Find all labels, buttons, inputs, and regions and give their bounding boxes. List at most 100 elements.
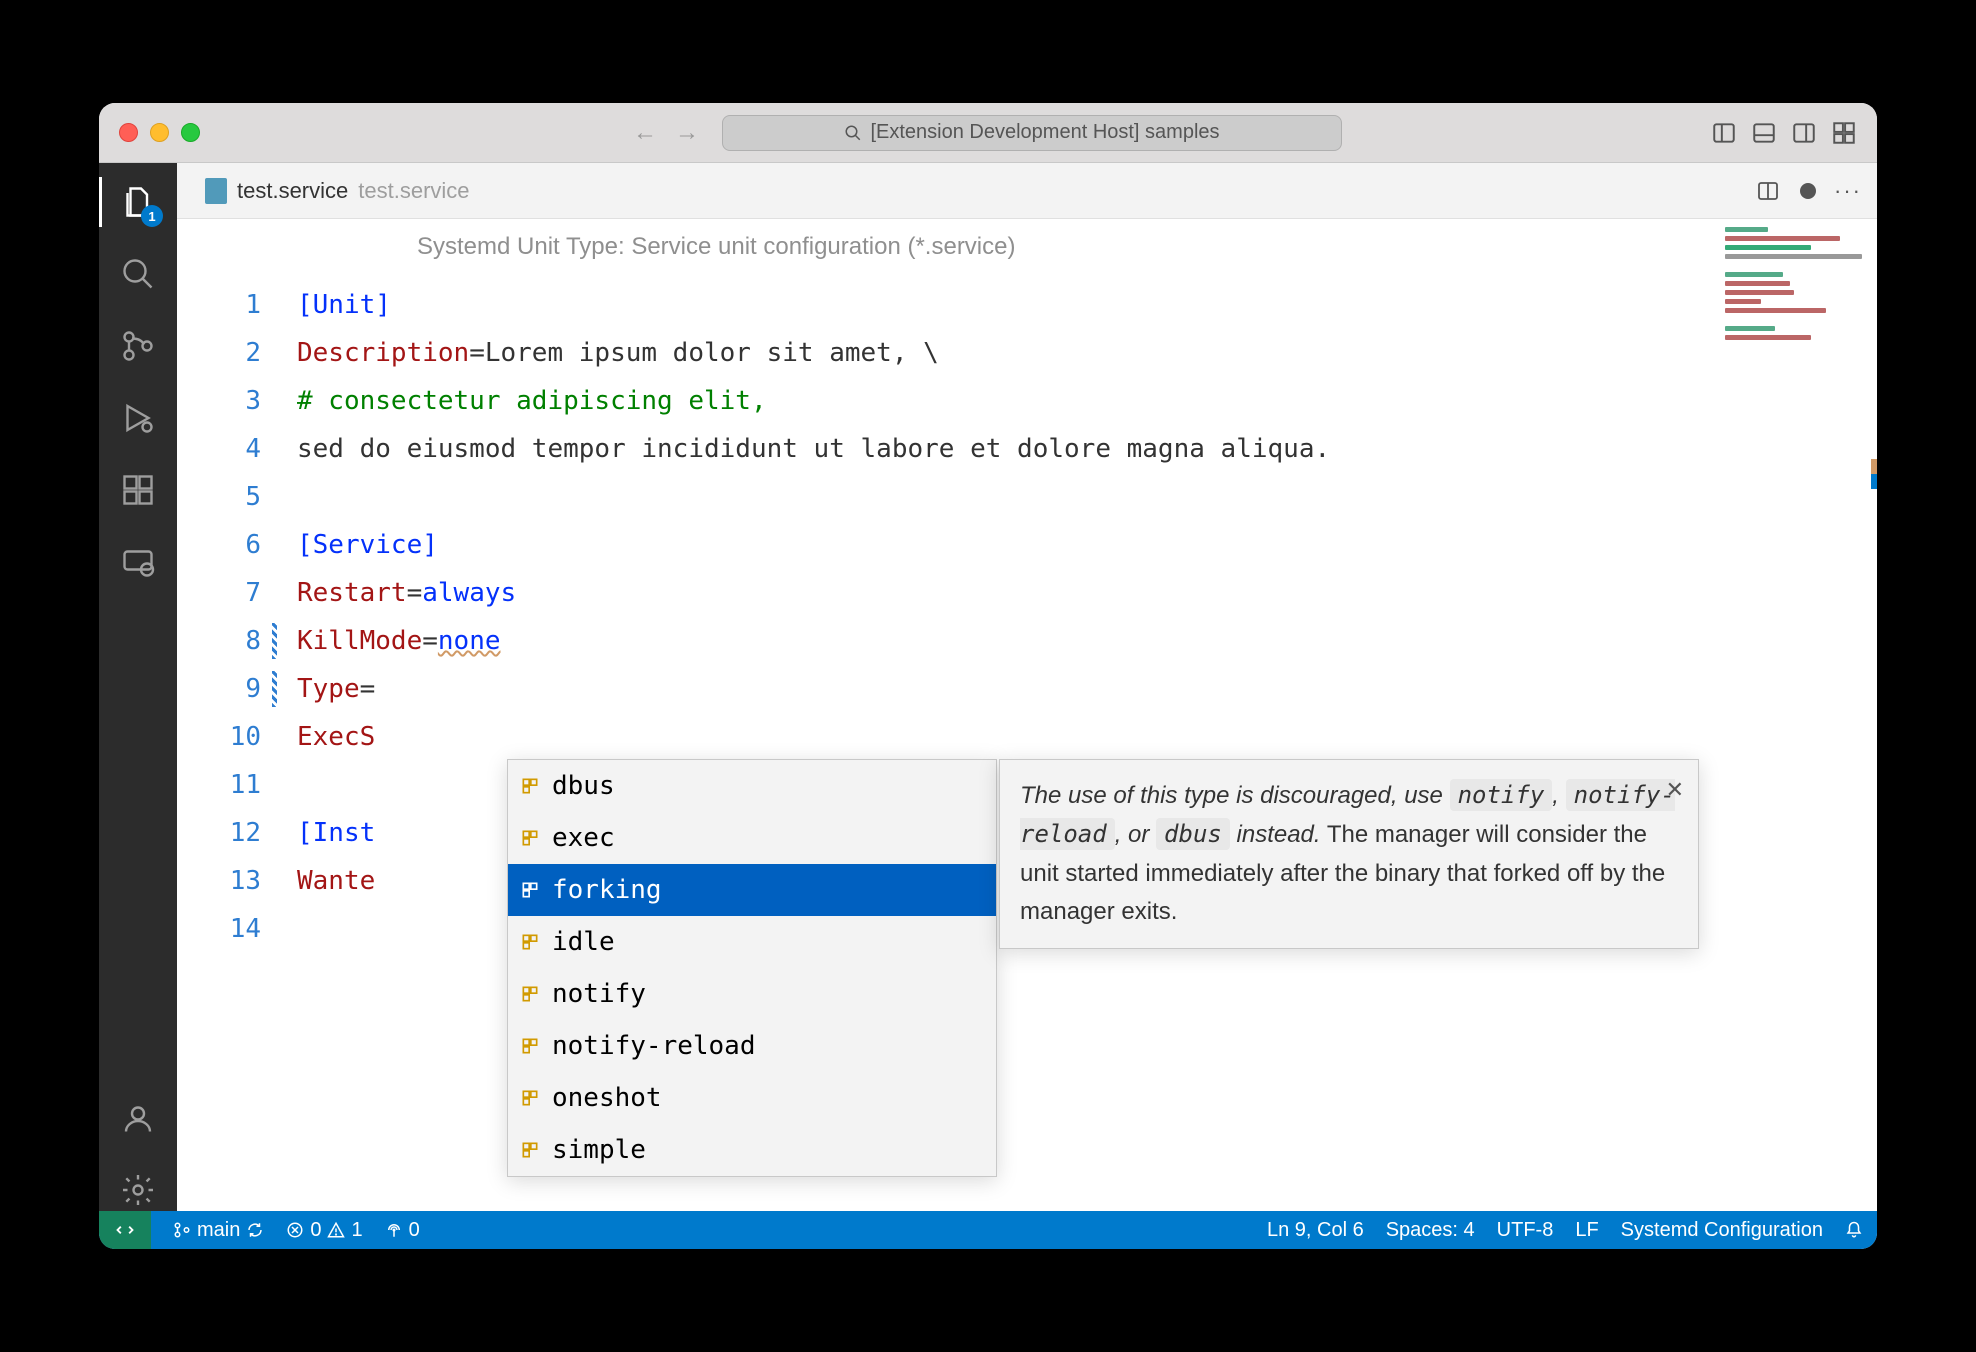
line-number: 5 [177,473,261,521]
titlebar: ← → [Extension Development Host] samples [99,103,1877,163]
line-number: 3 [177,377,261,425]
traffic-lights [119,123,200,142]
status-problems[interactable]: 0 1 [286,1219,362,1242]
toggle-panel-button[interactable] [1751,120,1777,146]
activity-bar: 1 [99,163,177,1211]
line-number: 13 [177,857,261,905]
line-number: 11 [177,761,261,809]
code-token: ExecS [297,722,375,752]
enum-member-icon [518,774,542,798]
code-token: always [422,578,516,608]
activity-search[interactable] [117,253,159,295]
suggest-item[interactable]: notify [508,968,996,1020]
minimap[interactable] [1717,219,1877,1211]
tab-dirty-indicator[interactable] [1793,176,1823,206]
search-icon [844,124,862,142]
main: 1 [99,163,1877,1211]
suggest-item[interactable]: forking [508,864,996,916]
split-editor-button[interactable] [1753,176,1783,206]
enum-member-icon [518,930,542,954]
close-icon[interactable]: ✕ [1666,772,1684,807]
eol-label: LF [1575,1219,1598,1242]
nav-forward-button[interactable]: → [674,120,700,146]
line-number: 8 [177,617,261,665]
activity-extensions[interactable] [117,469,159,511]
activity-settings[interactable] [117,1169,159,1211]
activity-source-control[interactable] [117,325,159,367]
activity-remote-explorer[interactable] [117,541,159,583]
activity-explorer[interactable]: 1 [117,181,159,223]
inlay-hint: Systemd Unit Type: Service unit configur… [417,233,1015,261]
code-content[interactable]: [Unit] Description=Lorem ipsum dolor sit… [287,219,1717,1211]
status-indent[interactable]: Spaces: 4 [1386,1219,1475,1242]
status-encoding[interactable]: UTF-8 [1497,1219,1554,1242]
code-token: Type [297,674,360,704]
line-number: 4 [177,425,261,473]
activity-run-debug[interactable] [117,397,159,439]
suggest-item-label: oneshot [552,1083,662,1113]
editor-body[interactable]: Systemd Unit Type: Service unit configur… [177,219,1877,1211]
tab-filename: test.service [237,178,348,204]
status-eol[interactable]: LF [1575,1219,1598,1242]
doc-text: , [1552,782,1565,809]
tab-path: test.service [358,178,469,204]
toggle-secondary-sidebar-button[interactable] [1791,120,1817,146]
statusbar: main 0 1 0 Ln 9, Col 6 Spaces: 4 UTF-8 L… [99,1211,1877,1249]
suggest-item-label: idle [552,927,615,957]
file-icon [205,178,227,204]
line-number: 7 [177,569,261,617]
activity-accounts[interactable] [117,1097,159,1139]
tab-test-service[interactable]: test.service test.service [191,163,484,218]
toggle-primary-sidebar-button[interactable] [1711,120,1737,146]
code-token: \ [923,338,939,368]
titlebar-layout-controls [1711,120,1857,146]
minimize-window-button[interactable] [150,123,169,142]
tab-more-button[interactable]: ··· [1833,176,1863,206]
nav-back-button[interactable]: ← [632,120,658,146]
status-ports[interactable]: 0 [385,1219,420,1242]
close-window-button[interactable] [119,123,138,142]
suggest-item-label: notify-reload [552,1031,756,1061]
tab-row: test.service test.service ··· [177,163,1877,219]
cursor-label: Ln 9, Col 6 [1267,1219,1364,1242]
port-count: 0 [409,1219,420,1242]
code-token: sed do eiusmod tempor incididunt ut labo… [297,434,1330,464]
line-number: 14 [177,905,261,953]
customize-layout-button[interactable] [1831,120,1857,146]
warning-icon [327,1221,345,1239]
branch-label: main [197,1219,240,1242]
suggest-item[interactable]: idle [508,916,996,968]
bell-icon [1845,1221,1863,1239]
code-token: = [360,674,376,704]
remote-button[interactable] [99,1211,151,1249]
maximize-window-button[interactable] [181,123,200,142]
line-number: 10 [177,713,261,761]
sync-icon [246,1221,264,1239]
indent-label: Spaces: 4 [1386,1219,1475,1242]
editor-area: test.service test.service ··· Systemd Un… [177,163,1877,1211]
code-token: [Inst [297,818,375,848]
code-token: Description [297,338,469,368]
doc-text: The use of this type is discouraged, use [1020,782,1450,809]
status-language[interactable]: Systemd Configuration [1621,1219,1823,1242]
suggest-item[interactable]: exec [508,812,996,864]
status-notifications[interactable] [1845,1221,1863,1239]
suggest-item[interactable]: dbus [508,760,996,812]
suggest-doc-popup: ✕ The use of this type is discouraged, u… [999,759,1699,949]
suggest-item[interactable]: notify-reload [508,1020,996,1072]
gutter: Systemd Unit Type: Service unit configur… [177,219,287,1211]
command-center[interactable]: [Extension Development Host] samples [722,115,1342,151]
doc-code: dbus [1156,818,1230,850]
code-token: none [438,626,501,656]
suggest-item[interactable]: oneshot [508,1072,996,1124]
command-center-text: [Extension Development Host] samples [870,121,1219,144]
suggest-item-label: forking [552,875,662,905]
code-token: = [469,338,485,368]
status-cursor[interactable]: Ln 9, Col 6 [1267,1219,1364,1242]
error-icon [286,1221,304,1239]
status-branch[interactable]: main [173,1219,264,1242]
language-label: Systemd Configuration [1621,1219,1823,1242]
suggest-item[interactable]: simple [508,1124,996,1176]
code-token: = [422,626,438,656]
suggest-item-label: dbus [552,771,615,801]
